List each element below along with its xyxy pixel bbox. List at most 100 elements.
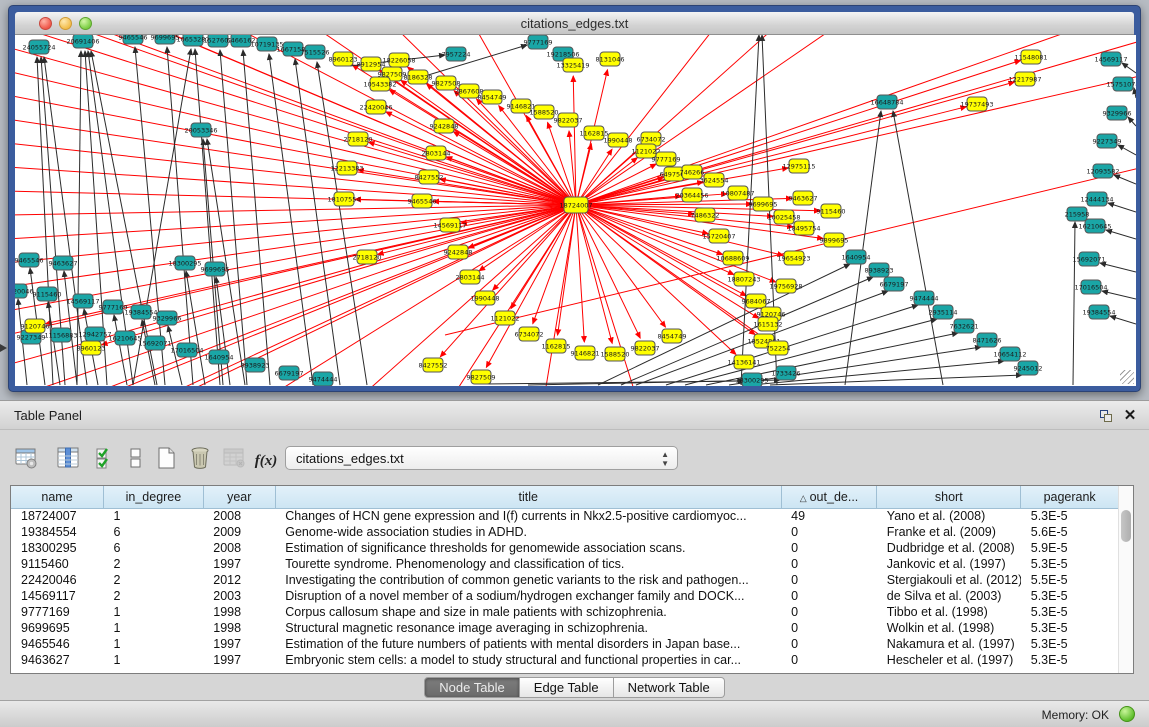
graph-node[interactable]: 215958	[1065, 207, 1090, 221]
table-cell[interactable]: Investigating the contribution of common…	[275, 572, 781, 588]
table-row[interactable]: 1872400712008Changes of HCN gene express…	[11, 508, 1119, 524]
graph-node[interactable]: 8131046	[596, 52, 625, 66]
graph-node[interactable]: 18724007	[559, 197, 592, 213]
graph-node[interactable]: 7515526	[301, 45, 330, 59]
table-cell[interactable]: de Silva et al. (2003)	[877, 588, 1021, 604]
table-cell[interactable]: Tibbo et al. (1998)	[877, 604, 1021, 620]
graph-node[interactable]: 18300295	[168, 256, 201, 270]
table-row[interactable]: 911546021997Tourette syndrome. Phenomeno…	[11, 556, 1119, 572]
table-cell[interactable]: 5.3E-5	[1021, 556, 1119, 572]
table-row[interactable]: 1938455462009Genome-wide association stu…	[11, 524, 1119, 540]
graph-node[interactable]: 9699695	[201, 262, 230, 276]
graph-node[interactable]: 9465546	[15, 253, 43, 267]
table-cell[interactable]: 18724007	[11, 508, 104, 524]
graph-edge[interactable]	[48, 302, 60, 385]
tab-edge-table[interactable]: Edge Table	[520, 677, 614, 698]
table-cell[interactable]: Hescheler et al. (1997)	[877, 652, 1021, 668]
table-cell[interactable]: 49	[781, 508, 877, 524]
graph-node[interactable]: 8960123	[77, 341, 106, 355]
table-cell[interactable]: 2	[104, 588, 204, 604]
close-icon[interactable]: ✕	[1121, 407, 1139, 425]
graph-node[interactable]: 9115460	[33, 287, 62, 301]
graph-node[interactable]: 9329966	[153, 311, 182, 325]
graph-node[interactable]: 1990448	[471, 291, 500, 305]
table-cell[interactable]: 9777169	[11, 604, 104, 620]
graph-node[interactable]: 2935114	[929, 305, 958, 319]
table-cell[interactable]: Tourette syndrome. Phenomenology and cla…	[275, 556, 781, 572]
table-row[interactable]: 946362711997Embryonic stem cells: a mode…	[11, 652, 1119, 668]
graph-node[interactable]: 8427552	[419, 358, 448, 372]
graph-node[interactable]: 8938923	[865, 263, 894, 277]
table-cell[interactable]: 2008	[203, 508, 275, 524]
network-svg[interactable]: 2405572420691406946554696996951065328715…	[15, 35, 1136, 386]
graph-node[interactable]: 1640954	[205, 350, 234, 364]
table-row[interactable]: 1830029562008Estimation of significance …	[11, 540, 1119, 556]
table-cell[interactable]: Estimation of the future numbers of pati…	[275, 636, 781, 652]
graph-node[interactable]: 6679197	[880, 277, 909, 291]
table-cell[interactable]: 0	[781, 636, 877, 652]
table-cell[interactable]: 6	[104, 540, 204, 556]
graph-node[interactable]: 15692071	[1072, 252, 1105, 266]
graph-node[interactable]: 12217987	[1008, 72, 1041, 86]
graph-node[interactable]: 20691406	[66, 35, 99, 48]
table-cell[interactable]: 2009	[203, 524, 275, 540]
graph-node[interactable]: 2718120	[353, 250, 382, 264]
graph-node[interactable]: 1733426	[772, 366, 801, 380]
graph-node[interactable]: 16648784	[870, 95, 903, 109]
table-cell[interactable]: Embryonic stem cells: a model to study s…	[275, 652, 781, 668]
graph-node[interactable]: 15692071	[138, 336, 171, 350]
vertical-scrollbar[interactable]	[1118, 486, 1133, 673]
graph-node[interactable]: 9822037	[554, 113, 583, 127]
tab-network-table[interactable]: Network Table	[614, 677, 725, 698]
graph-node[interactable]: 8912954	[357, 57, 386, 71]
table-cell[interactable]: 2	[104, 556, 204, 572]
column-header-name[interactable]: name	[11, 486, 104, 508]
table-cell[interactable]: 0	[781, 572, 877, 588]
table-select-dropdown[interactable]: citations_edges.txt ▲▼	[285, 446, 678, 470]
graph-node[interactable]: 9777169	[524, 35, 553, 49]
table-row[interactable]: 2242004622012Investigating the contribut…	[11, 572, 1119, 588]
graph-node[interactable]: 18300295	[735, 373, 768, 386]
graph-edge[interactable]	[576, 205, 584, 342]
table-cell[interactable]: 5.3E-5	[1021, 652, 1119, 668]
graph-node[interactable]: 9146821	[571, 346, 600, 360]
graph-node[interactable]: 9463627	[49, 256, 78, 270]
graph-node[interactable]: 20364456	[675, 188, 708, 202]
graph-node[interactable]: 15751074	[1106, 77, 1136, 91]
table-cell[interactable]: 5.5E-5	[1021, 572, 1119, 588]
table-cell[interactable]: 14569117	[11, 588, 104, 604]
column-header-out-degree[interactable]: △out_de...	[781, 486, 877, 508]
graph-node[interactable]: 9242848	[444, 245, 473, 259]
table-cell[interactable]: 5.3E-5	[1021, 636, 1119, 652]
graph-node[interactable]: 9474444	[910, 291, 939, 305]
table-cell[interactable]: 5.3E-5	[1021, 508, 1119, 524]
table-cell[interactable]: Estimation of significance thresholds fo…	[275, 540, 781, 556]
table-cell[interactable]: 0	[781, 524, 877, 540]
graph-node[interactable]: 752254	[766, 341, 791, 355]
table-cell[interactable]: 5.3E-5	[1021, 620, 1119, 636]
graph-node[interactable]: 10654112	[993, 347, 1026, 361]
graph-node[interactable]: 9777169	[652, 152, 681, 166]
graph-edge[interactable]	[893, 111, 943, 385]
new-table-icon[interactable]	[152, 445, 180, 473]
column-header-in-degree[interactable]: in_degree	[104, 486, 204, 508]
graph-node[interactable]: 2803144	[456, 270, 485, 284]
graph-node[interactable]: 18107554	[327, 192, 360, 206]
graph-node[interactable]: 9120746	[21, 319, 50, 333]
graph-node[interactable]: 6734072	[515, 327, 544, 341]
graph-node[interactable]: 1615132	[754, 317, 783, 331]
graph-node[interactable]: 19737493	[960, 97, 993, 111]
table-cell[interactable]: 9463627	[11, 652, 104, 668]
graph-node[interactable]: 9699695	[749, 197, 778, 211]
graph-node[interactable]: 9684067	[742, 294, 771, 308]
graph-node[interactable]: 9827509	[467, 370, 496, 384]
graph-edge[interactable]	[1102, 291, 1136, 299]
graph-edge[interactable]	[216, 277, 230, 385]
table-cell[interactable]: 6	[104, 524, 204, 540]
graph-edge[interactable]	[685, 319, 937, 385]
table-cell[interactable]: 5.9E-5	[1021, 540, 1119, 556]
graph-node[interactable]: 12942757	[78, 327, 111, 341]
table-cell[interactable]: 5.3E-5	[1021, 588, 1119, 604]
graph-edge[interactable]	[1134, 88, 1136, 98]
table-cell[interactable]: 2008	[203, 540, 275, 556]
